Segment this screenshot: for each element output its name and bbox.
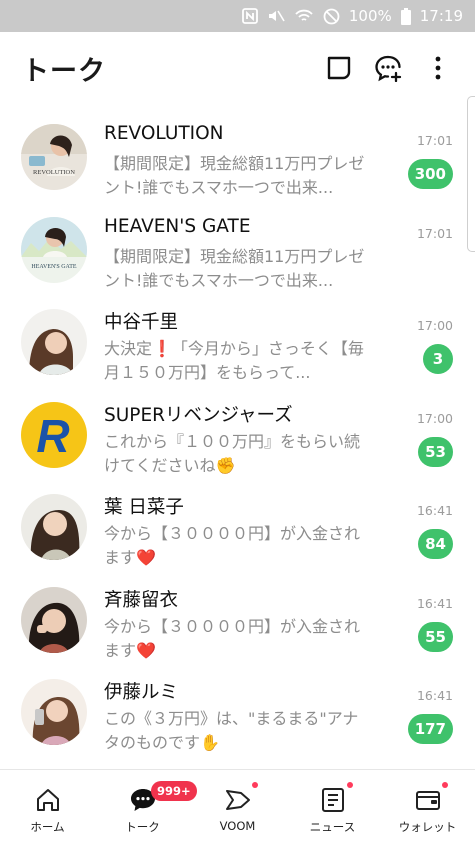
unread-badge: 53: [418, 436, 453, 467]
chat-row[interactable]: HEAVEN'S GATE HEAVEN'S GATE 【期間限定】現金総額11…: [0, 205, 475, 298]
chat-time: 17:00: [416, 318, 453, 333]
chat-preview: これから『１００万円』をもらい続けてくださいね✊: [104, 431, 361, 475]
chat-name: 中谷千里: [104, 312, 179, 333]
news-icon: [321, 788, 344, 812]
chat-row[interactable]: REVOLUTION REVOLUTION 【期間限定】現金総額11万円プレゼン…: [0, 112, 475, 205]
status-bar: 100% 17:19: [0, 0, 475, 32]
chat-name: 葉 日菜子: [104, 497, 184, 518]
new-chat-icon[interactable]: [374, 54, 402, 82]
chat-row[interactable]: 伊藤ルミ この《３万円》は、"まるまる"アナタのものです✋ 16:41 177: [0, 667, 475, 760]
more-options-icon[interactable]: [424, 54, 452, 82]
chat-name: HEAVEN'S GATE: [104, 215, 251, 237]
nav-label: ウォレット: [398, 820, 457, 834]
chat-time: 16:41: [416, 595, 453, 611]
avatar-text: R: [36, 410, 69, 462]
avatar: HEAVEN'S GATE: [21, 216, 87, 283]
nav-label: トーク: [125, 820, 160, 834]
avatar: R: [21, 401, 87, 468]
voom-notification-dot: [252, 782, 258, 788]
nav-news[interactable]: ニュース: [285, 770, 380, 845]
nav-home[interactable]: ホーム: [0, 770, 95, 845]
chat-name: REVOLUTION: [104, 123, 224, 144]
battery-icon: [400, 7, 411, 25]
avatar-text: HEAVEN'S GATE: [31, 264, 76, 270]
chat-row[interactable]: 斉藤留衣 今から【３００００円】が入金されます❤️ 16:41 55: [0, 575, 475, 668]
chat-preview: 【期間限定】現金総額11万円プレゼント!誰でもスマホ一つで出来...: [104, 246, 365, 290]
avatar: [21, 679, 87, 745]
chat-preview: 【期間限定】現金総額11万円プレゼント!誰でもスマホ一つで出来...: [104, 154, 365, 197]
chat-time: 17:00: [416, 410, 453, 426]
nfc-icon: [241, 8, 258, 24]
avatar: REVOLUTION: [21, 124, 87, 190]
page-title: トーク: [22, 55, 106, 87]
no-signal-icon: [323, 8, 340, 24]
avatar: [21, 494, 87, 560]
nav-label: ホーム: [30, 820, 65, 834]
chat-preview: 今から【３００００円】が入金されます❤️: [104, 616, 361, 660]
bottom-nav: ホーム トーク 999+ VOOM ニュース ウォレット: [0, 770, 475, 845]
chat-preview: 大決定❗「今月から」さっそく【毎月１５０万円】をもらって...: [104, 339, 364, 382]
chat-row[interactable]: 葉 日菜子 今から【３００００円】が入金されます❤️ 16:41 84: [0, 482, 475, 575]
unread-badge: 177: [407, 714, 453, 744]
wallet-notification-dot: [442, 782, 448, 788]
nav-wallet[interactable]: ウォレット: [380, 770, 475, 845]
chat-row[interactable]: R SUPERリベンジャーズ これから『１００万円』をもらい続けてくださいね✊ …: [0, 390, 475, 483]
nav-voom[interactable]: VOOM: [190, 770, 285, 845]
avatar: [21, 309, 87, 375]
keep-memo-icon[interactable]: [325, 54, 353, 82]
chat-preview: 今から【３００００円】が入金されます❤️: [104, 524, 361, 567]
chat-name: 斉藤留衣: [104, 589, 179, 611]
home-icon: [36, 789, 59, 811]
unread-badge: 55: [418, 621, 453, 652]
nav-label: ニュース: [309, 820, 356, 834]
wifi-icon: [295, 9, 313, 21]
chat-preview: この《３万円》は、"まるまる"アナタのものです✋: [104, 709, 359, 752]
nav-talk[interactable]: トーク 999+: [95, 770, 197, 845]
battery-percent: 100%: [348, 7, 392, 25]
clock: 17:19: [419, 7, 463, 25]
unread-badge: 300: [407, 159, 453, 189]
chat-time: 17:01: [416, 225, 453, 241]
mute-icon: [268, 10, 285, 22]
voom-icon: [225, 790, 250, 810]
chat-list: REVOLUTION REVOLUTION 【期間限定】現金総額11万円プレゼン…: [0, 112, 475, 760]
avatar: [21, 586, 87, 653]
wallet-icon: [415, 791, 440, 810]
chat-name: SUPERリベンジャーズ: [104, 404, 293, 426]
unread-badge: 3: [423, 344, 453, 374]
news-notification-dot: [347, 782, 353, 788]
chat-name: 伊藤ルミ: [104, 682, 179, 703]
chat-time: 16:41: [416, 688, 453, 703]
avatar-text: REVOLUTION: [33, 169, 75, 176]
nav-label: VOOM: [219, 819, 256, 833]
unread-badge: 84: [418, 529, 453, 559]
chat-time: 17:01: [416, 133, 453, 148]
chat-row[interactable]: 中谷千里 大決定❗「今月から」さっそく【毎月１５０万円】をもらって... 17:…: [0, 297, 475, 390]
header: トーク: [0, 32, 475, 104]
chat-time: 16:41: [416, 503, 453, 518]
